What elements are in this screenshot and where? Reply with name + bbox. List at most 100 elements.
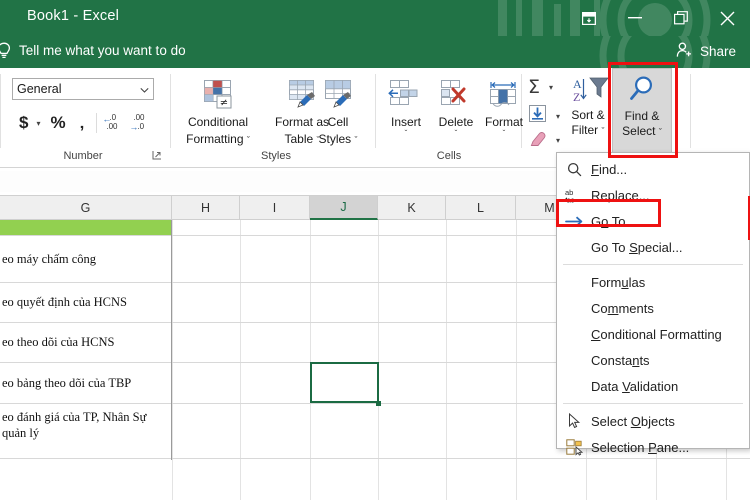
conditional-formatting-chevron-down-icon[interactable]: ˇ <box>247 135 250 145</box>
restore-button[interactable] <box>658 0 704 36</box>
menu-item-conditional-formatting-label: Conditional Formatting <box>591 327 722 342</box>
person-add-icon <box>676 42 694 61</box>
percent-style-button[interactable]: % <box>43 110 72 136</box>
window-title: Book1 - Excel <box>27 8 119 24</box>
fill-handle[interactable] <box>376 401 381 406</box>
menu-separator <box>563 264 743 265</box>
menu-item-conditional-formatting[interactable]: Conditional Formatting <box>557 321 749 347</box>
menu-item-constants[interactable]: Constants <box>557 347 749 373</box>
menu-item-replace-label: Replace... <box>591 188 650 203</box>
cell-G-highlight[interactable] <box>0 220 172 235</box>
cursor-arrow-icon <box>557 408 591 434</box>
close-button[interactable] <box>704 0 750 36</box>
column-header-L[interactable]: L <box>446 196 516 220</box>
no-icon <box>557 269 591 295</box>
magnifier-icon <box>557 156 591 182</box>
cell-G-row4[interactable]: eo theo dõi của HCNS <box>0 322 114 362</box>
menu-item-selection-pane[interactable]: Selection Pane... <box>557 434 749 460</box>
cell-styles-chevron-down-icon[interactable]: ˇ <box>355 135 358 145</box>
fill-button[interactable]: ▾ <box>528 104 563 128</box>
menu-item-find-label: Find... <box>591 162 627 177</box>
find-and-select-chevron-down-icon[interactable]: ˇ <box>659 127 662 137</box>
menu-item-formulas[interactable]: Formulas <box>557 269 749 295</box>
autosum-chevron-down-icon[interactable]: ▾ <box>546 83 556 92</box>
menu-item-selection-pane-label: Selection Pane... <box>591 440 689 455</box>
no-icon <box>557 373 591 399</box>
conditional-formatting-label-line2: Formatting <box>186 132 243 146</box>
styles-group-label: Styles <box>176 150 376 162</box>
menu-item-go-to[interactable]: Go To... <box>557 208 749 234</box>
accounting-format-chevron-down-icon[interactable]: ▾ <box>33 119 43 128</box>
number-format-dialog-launcher[interactable] <box>152 150 162 162</box>
conditional-formatting-button[interactable]: ≠ Conditional Formatting ˇ <box>176 76 260 147</box>
sort-and-filter-button[interactable]: A Z <box>570 74 614 111</box>
column-g-right-border <box>171 220 172 460</box>
menu-item-data-validation-label: Data Validation <box>591 379 678 394</box>
cell-styles-label-line1: Cell <box>300 115 376 129</box>
accounting-number-format-button[interactable]: $ <box>14 110 33 136</box>
number-format-buttons: $ ▾ % ‚ ← .0 .00 .00 → .0 <box>14 110 154 136</box>
delete-chevron-down-icon[interactable]: ˇ <box>432 129 480 139</box>
comma-style-button[interactable]: ‚ <box>73 110 92 136</box>
find-and-select-button[interactable]: Find & Select ˇ <box>612 68 672 154</box>
insert-chevron-down-icon[interactable]: ˇ <box>382 129 430 139</box>
column-header-I[interactable]: I <box>240 196 310 220</box>
cell-G-row6[interactable]: eo đánh giá của TP, Nhân Sự quản lý <box>0 403 146 458</box>
autosum-button[interactable]: Σ ▾ <box>528 76 556 98</box>
format-chevron-down-icon[interactable]: ˇ <box>480 129 528 139</box>
no-icon <box>557 295 591 321</box>
menu-item-select-objects[interactable]: Select Objects <box>557 408 749 434</box>
menu-item-find[interactable]: Find... <box>557 156 749 182</box>
number-format-value: General <box>17 82 140 96</box>
find-and-select-label-line1: Find & <box>625 109 660 124</box>
tell-me-row: Tell me what you want to do Share <box>0 36 750 68</box>
increase-decimal-button[interactable]: ← .0 .00 <box>102 110 128 136</box>
tell-me-input[interactable]: Tell me what you want to do <box>19 43 186 58</box>
clear-button[interactable]: ▾ <box>528 130 563 151</box>
column-header-H[interactable]: H <box>172 196 240 220</box>
cells-group-label: Cells <box>378 150 520 162</box>
sort-and-filter-label-line1: Sort & <box>562 108 614 123</box>
cell-G-row3[interactable]: eo quyết định của HCNS <box>0 282 127 322</box>
title-bar: Book1 - Excel <box>0 0 750 36</box>
cell-G-row2[interactable]: eo máy chấm công <box>0 235 96 282</box>
magnifier-icon <box>627 69 657 109</box>
format-cells-button[interactable]: Format ˇ <box>480 76 528 139</box>
menu-item-data-validation[interactable]: Data Validation <box>557 373 749 399</box>
number-format-combobox[interactable]: General <box>12 78 154 100</box>
share-button[interactable]: Share <box>676 42 736 61</box>
chevron-down-icon[interactable] <box>140 82 149 96</box>
number-buttons-divider <box>96 113 97 133</box>
ribbon-separator <box>690 74 691 148</box>
menu-item-constants-label: Constants <box>591 353 650 368</box>
ribbon-display-options-button[interactable] <box>566 0 612 36</box>
format-cells-icon <box>480 76 528 112</box>
menu-item-select-objects-label: Select Objects <box>591 414 675 429</box>
cell-styles-icon <box>300 76 376 112</box>
conditional-formatting-icon: ≠ <box>176 76 260 112</box>
svg-text:Z: Z <box>573 90 580 104</box>
menu-item-comments[interactable]: Comments <box>557 295 749 321</box>
menu-item-replace[interactable]: ab ac Replace... <box>557 182 749 208</box>
menu-item-formulas-label: Formulas <box>591 275 645 290</box>
arrow-right-icon <box>557 208 591 234</box>
selected-cell-J[interactable] <box>310 362 379 403</box>
lightbulb-icon <box>0 42 12 65</box>
menu-item-go-to-special[interactable]: Go To Special... <box>557 234 749 260</box>
sort-and-filter-chevron-down-icon[interactable]: ˇ <box>602 126 605 136</box>
cell-G-row5[interactable]: eo bảng theo dõi của TBP <box>0 362 131 403</box>
window-controls <box>566 0 750 36</box>
column-header-G[interactable]: G <box>0 196 172 220</box>
column-header-J[interactable]: J <box>310 196 378 220</box>
find-and-select-menu: Find... ab ac Replace... Go To... <box>556 152 750 449</box>
format-label: Format <box>480 115 528 129</box>
eraser-icon <box>528 130 549 151</box>
no-icon <box>557 234 591 260</box>
replace-abac-icon: ab ac <box>557 182 591 208</box>
minimize-button[interactable] <box>612 0 658 36</box>
column-header-K[interactable]: K <box>378 196 446 220</box>
cell-styles-button[interactable]: Cell Styles ˇ <box>300 76 376 147</box>
decrease-decimal-button[interactable]: .00 → .0 <box>128 110 154 136</box>
insert-cells-button[interactable]: Insert ˇ <box>382 76 430 139</box>
delete-cells-button[interactable]: Delete ˇ <box>432 76 480 139</box>
